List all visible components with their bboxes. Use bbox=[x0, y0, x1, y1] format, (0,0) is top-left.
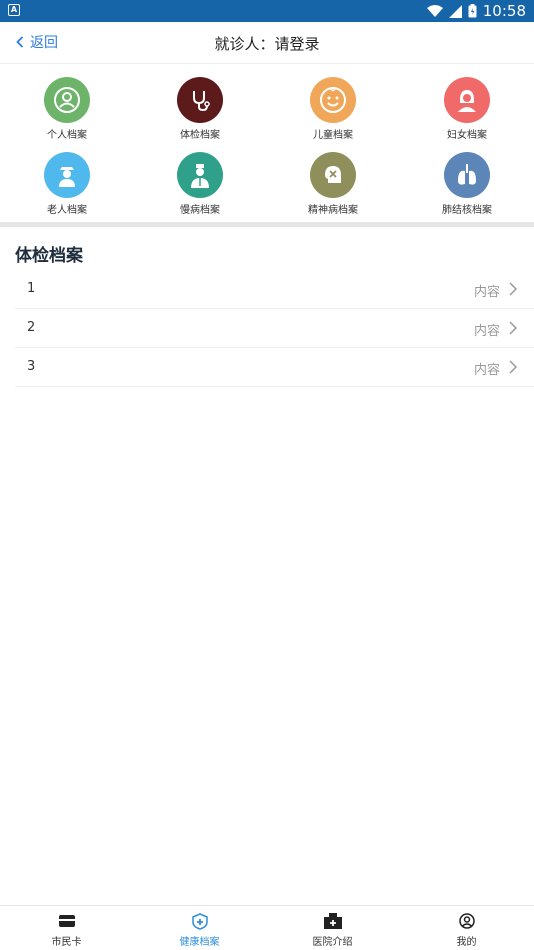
category-personal-archive[interactable]: 个人档案 bbox=[17, 77, 117, 141]
signal-icon bbox=[448, 4, 462, 18]
category-label: 妇女档案 bbox=[447, 130, 487, 141]
elderly-icon bbox=[44, 152, 90, 198]
nav-header: 返回 就诊人：请登录 bbox=[0, 22, 534, 64]
list-item[interactable]: 3 内容 bbox=[15, 348, 534, 387]
tab-citizen-card[interactable]: 市民卡 bbox=[0, 912, 133, 948]
tab-hospital-intro[interactable]: 医院介绍 bbox=[266, 912, 399, 948]
page-title: 就诊人：请登录 bbox=[214, 35, 320, 53]
category-label: 慢病档案 bbox=[180, 205, 220, 216]
category-elderly-archive[interactable]: 老人档案 bbox=[17, 152, 117, 216]
category-label: 体检档案 bbox=[180, 130, 220, 141]
bottom-tab-bar: 市民卡 健康档案 医院介绍 我的 bbox=[0, 905, 534, 950]
chevron-right-icon bbox=[509, 321, 518, 335]
clock: 10:58 bbox=[482, 2, 526, 20]
category-label: 精神病档案 bbox=[308, 205, 358, 216]
record-index: 3 bbox=[27, 359, 36, 374]
list-item[interactable]: 2 内容 bbox=[15, 309, 534, 348]
category-label: 个人档案 bbox=[47, 130, 87, 141]
section-divider bbox=[0, 222, 534, 227]
hospital-icon bbox=[323, 912, 342, 930]
list-item[interactable]: 1 内容 bbox=[15, 270, 534, 309]
doctor-icon bbox=[177, 152, 223, 198]
user-icon bbox=[458, 912, 476, 930]
baby-face-icon bbox=[310, 77, 356, 123]
tab-label: 市民卡 bbox=[51, 937, 82, 948]
person-icon bbox=[44, 77, 90, 123]
wifi-icon bbox=[426, 5, 443, 17]
head-icon bbox=[310, 152, 356, 198]
record-value: 内容 bbox=[473, 363, 500, 378]
record-index: 1 bbox=[27, 281, 36, 296]
category-women-archive[interactable]: 妇女档案 bbox=[417, 77, 517, 141]
notification-icon: A bbox=[8, 4, 20, 16]
section-title: 体检档案 bbox=[15, 246, 83, 266]
category-mental-illness-archive[interactable]: 精神病档案 bbox=[283, 152, 383, 216]
category-label: 肺结核档案 bbox=[442, 205, 492, 216]
category-physical-exam-archive[interactable]: 体检档案 bbox=[150, 77, 250, 141]
tab-label: 医院介绍 bbox=[312, 937, 353, 948]
tab-label: 健康档案 bbox=[179, 937, 220, 948]
woman-icon bbox=[444, 77, 490, 123]
record-index: 2 bbox=[27, 320, 36, 335]
health-shield-icon bbox=[191, 912, 209, 930]
status-indicators: 10:58 bbox=[426, 2, 526, 20]
chevron-right-icon bbox=[509, 282, 518, 296]
record-list: 1 内容 2 内容 3 内容 bbox=[15, 270, 534, 387]
category-label: 老人档案 bbox=[47, 205, 87, 216]
status-bar: A 10:58 bbox=[0, 0, 534, 22]
lungs-icon bbox=[444, 152, 490, 198]
archive-category-grid: 个人档案 体检档案 儿童档案 妇女档案 老人档案 慢病档案 精神病档案 肺结核档… bbox=[0, 72, 534, 220]
tab-label: 我的 bbox=[456, 937, 477, 948]
category-child-archive[interactable]: 儿童档案 bbox=[283, 77, 383, 141]
record-value: 内容 bbox=[473, 285, 500, 300]
category-label: 儿童档案 bbox=[313, 130, 353, 141]
category-chronic-disease-archive[interactable]: 慢病档案 bbox=[150, 152, 250, 216]
chevron-right-icon bbox=[509, 360, 518, 374]
tab-mine[interactable]: 我的 bbox=[400, 912, 533, 948]
category-tuberculosis-archive[interactable]: 肺结核档案 bbox=[417, 152, 517, 216]
record-value: 内容 bbox=[473, 324, 500, 339]
stethoscope-icon bbox=[177, 77, 223, 123]
battery-icon bbox=[468, 4, 477, 18]
tab-health-archive[interactable]: 健康档案 bbox=[133, 912, 266, 948]
card-icon bbox=[58, 912, 76, 930]
